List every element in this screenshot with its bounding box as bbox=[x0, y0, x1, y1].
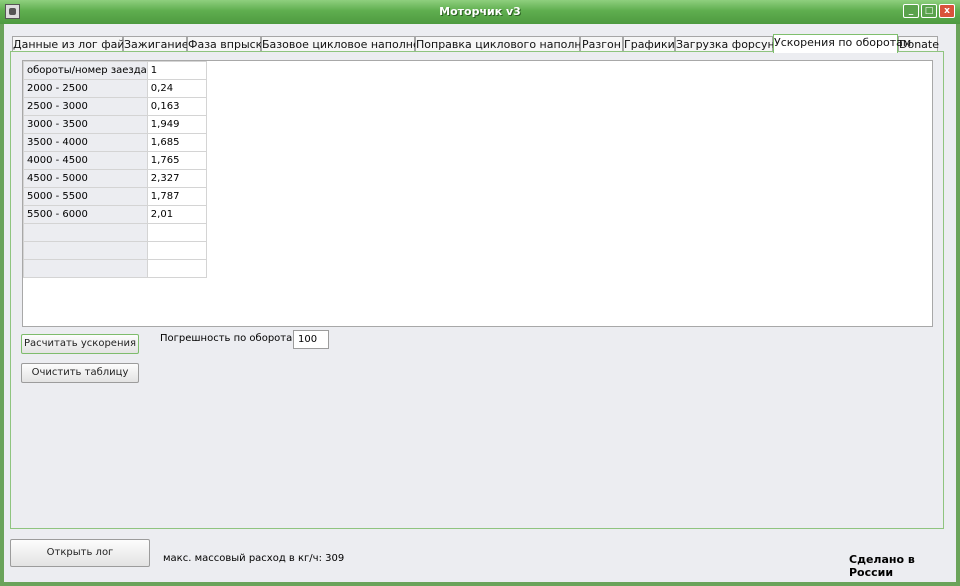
client-area: Данные из лог файла Зажигание Фаза впрыс… bbox=[4, 24, 956, 582]
acceleration-value-cell[interactable] bbox=[146, 259, 207, 278]
rpm-range-cell[interactable]: 4000 - 4500 bbox=[23, 151, 148, 170]
table-row: 5000 - 5500 1,787 bbox=[23, 187, 207, 206]
open-log-button[interactable]: Открыть лог bbox=[10, 539, 150, 567]
tab-log-data[interactable]: Данные из лог файла bbox=[12, 36, 138, 52]
title-bar[interactable]: Моторчик v3 _ □ x bbox=[0, 0, 960, 24]
rpm-range-cell[interactable]: 3500 - 4000 bbox=[23, 133, 148, 152]
tab-panel: обороты/номер заезда 1 2000 - 2500 0,24 25… bbox=[10, 51, 944, 529]
grid-header-row: обороты/номер заезда 1 bbox=[23, 61, 207, 80]
rpm-range-cell[interactable]: 3000 - 3500 bbox=[23, 115, 148, 134]
acceleration-value-cell[interactable]: 0,24 bbox=[146, 79, 207, 98]
table-row bbox=[23, 223, 207, 242]
tab-acceleration[interactable]: Разгон bbox=[580, 36, 623, 52]
acceleration-value-cell[interactable]: 1,787 bbox=[146, 187, 207, 206]
table-row: 3000 - 3500 1,949 bbox=[23, 115, 207, 134]
grid-header-rpm[interactable]: обороты/номер заезда bbox=[23, 61, 148, 80]
tab-charts[interactable]: Графики bbox=[623, 36, 675, 52]
rpm-range-cell[interactable]: 5500 - 6000 bbox=[23, 205, 148, 224]
acceleration-value-cell[interactable]: 1,949 bbox=[146, 115, 207, 134]
acceleration-value-cell[interactable]: 1,765 bbox=[146, 151, 207, 170]
made-in-russia-label: Сделано в России bbox=[849, 553, 915, 579]
acceleration-grid[interactable]: обороты/номер заезда 1 2000 - 2500 0,24 25… bbox=[22, 60, 933, 327]
table-row bbox=[23, 259, 207, 278]
acceleration-value-cell[interactable]: 1,685 bbox=[146, 133, 207, 152]
clear-table-button[interactable]: Очистить таблицу bbox=[21, 363, 139, 383]
minimize-button[interactable]: _ bbox=[903, 4, 919, 18]
rpm-range-cell[interactable]: 2000 - 2500 bbox=[23, 79, 148, 98]
table-row: 4500 - 5000 2,327 bbox=[23, 169, 207, 188]
acceleration-value-cell[interactable] bbox=[146, 241, 207, 260]
tab-injection-phase[interactable]: Фаза впрыска bbox=[187, 36, 269, 52]
table-row bbox=[23, 241, 207, 260]
table-row: 2000 - 2500 0,24 bbox=[23, 79, 207, 98]
rpm-range-cell[interactable] bbox=[23, 259, 148, 278]
table-row: 5500 - 6000 2,01 bbox=[23, 205, 207, 224]
tab-base-cyclic-fill[interactable]: Базовое цикловое наполнение bbox=[261, 36, 441, 52]
tab-cyclic-fill-correction[interactable]: Поправка циклового наполнения bbox=[415, 36, 609, 52]
table-row: 2500 - 3000 0,163 bbox=[23, 97, 207, 116]
tab-ignition[interactable]: Зажигание bbox=[123, 36, 188, 52]
maximize-button[interactable]: □ bbox=[921, 4, 937, 18]
rpm-error-input[interactable]: 100 bbox=[293, 330, 329, 349]
rpm-range-cell[interactable]: 2500 - 3000 bbox=[23, 97, 148, 116]
tab-rpm-acceleration[interactable]: Ускорения по оборотам bbox=[773, 34, 911, 53]
rpm-range-cell[interactable] bbox=[23, 223, 148, 242]
rpm-range-cell[interactable]: 4500 - 5000 bbox=[23, 169, 148, 188]
acceleration-value-cell[interactable] bbox=[146, 223, 207, 242]
grid-table: обороты/номер заезда 1 2000 - 2500 0,24 25… bbox=[23, 61, 207, 278]
rpm-range-cell[interactable]: 5000 - 5500 bbox=[23, 187, 148, 206]
grid-header-run[interactable]: 1 bbox=[146, 61, 207, 80]
acceleration-value-cell[interactable]: 0,163 bbox=[146, 97, 207, 116]
calculate-acceleration-button[interactable]: Расчитать ускорения bbox=[21, 334, 139, 354]
tab-injector-load[interactable]: Загрузка форсунок bbox=[675, 36, 788, 52]
window-title: Моторчик v3 bbox=[439, 5, 521, 18]
rpm-range-cell[interactable] bbox=[23, 241, 148, 260]
max-mass-flow-status: макс. массовый расход в кг/ч: 309 bbox=[163, 553, 345, 564]
acceleration-value-cell[interactable]: 2,01 bbox=[146, 205, 207, 224]
app-window: Моторчик v3 _ □ x Данные из лог файла За… bbox=[0, 0, 960, 586]
close-button[interactable]: x bbox=[939, 4, 955, 18]
rpm-error-label: Погрешность по оборотам: bbox=[160, 333, 304, 344]
acceleration-value-cell[interactable]: 2,327 bbox=[146, 169, 207, 188]
table-row: 4000 - 4500 1,765 bbox=[23, 151, 207, 170]
table-row: 3500 - 4000 1,685 bbox=[23, 133, 207, 152]
